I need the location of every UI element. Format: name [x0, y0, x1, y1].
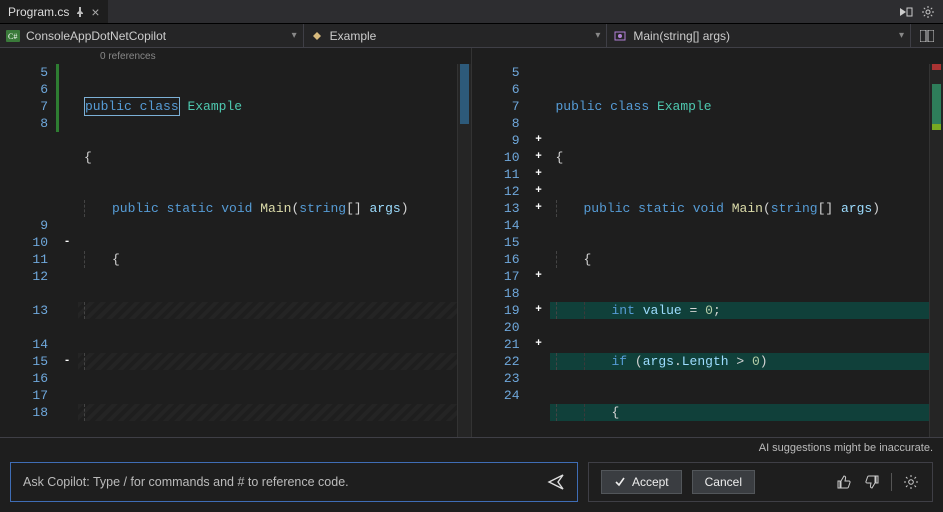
diff-removed-marker: -	[56, 234, 78, 251]
code-left[interactable]: public class Example { public static voi…	[78, 64, 457, 437]
accept-button[interactable]: Accept	[601, 470, 682, 494]
diff-margin-left: - -	[56, 64, 78, 437]
split-icon[interactable]	[917, 30, 937, 42]
class-icon	[310, 30, 324, 42]
divider	[891, 473, 892, 491]
thumbs-down-icon[interactable]	[863, 473, 881, 491]
pin-icon[interactable]	[75, 7, 85, 17]
file-tab[interactable]: Program.cs ×	[0, 0, 109, 23]
breadcrumb-method-label: Main(string[] args)	[633, 29, 730, 43]
close-icon[interactable]: ×	[91, 5, 99, 19]
gear-icon[interactable]	[921, 5, 935, 19]
tabbar-spacer	[109, 0, 891, 23]
codelens-references[interactable]: 0 references	[0, 48, 471, 64]
diff-margin-right: + + + + + + + +	[528, 64, 550, 437]
method-icon	[613, 30, 627, 42]
chevron-down-icon: ▾	[899, 30, 904, 41]
diff-editor: 0 references 5678 9101112 13 1415161718 …	[0, 48, 943, 437]
line-numbers-left: 5678 9101112 13 1415161718	[0, 64, 56, 437]
diff-left-pane[interactable]: 0 references 5678 9101112 13 1415161718 …	[0, 48, 472, 437]
copilot-placeholder: Ask Copilot: Type / for commands and # t…	[23, 475, 349, 489]
tab-title: Program.cs	[8, 5, 69, 19]
svg-text:C#: C#	[8, 32, 17, 41]
overview-ruler-left[interactable]	[457, 64, 471, 437]
tab-bar: Program.cs ×	[0, 0, 943, 24]
added-line: int value = 0;	[550, 302, 930, 319]
diff-removed-marker: -	[56, 353, 78, 370]
chevron-down-icon: ▾	[595, 30, 600, 41]
diff-right-pane[interactable]: 5678 910111213 14151617 181920 21222324 …	[472, 48, 943, 437]
breadcrumb-project-label: ConsoleAppDotNetCopilot	[26, 29, 166, 43]
breadcrumb-method[interactable]: Main(string[] args) ▾	[613, 24, 911, 47]
preview-icon[interactable]	[899, 5, 913, 19]
breadcrumb-class-label: Example	[330, 29, 377, 43]
send-icon[interactable]	[547, 473, 565, 491]
diff-added-marker: +	[528, 132, 550, 149]
copilot-input[interactable]: Ask Copilot: Type / for commands and # t…	[10, 462, 578, 502]
chevron-down-icon: ▾	[292, 30, 297, 41]
cancel-button[interactable]: Cancel	[692, 470, 755, 494]
copilot-panel: AI suggestions might be inaccurate. Ask …	[0, 437, 943, 512]
thumbs-up-icon[interactable]	[835, 473, 853, 491]
tabbar-corner	[891, 0, 943, 23]
line-numbers-right: 5678 910111213 14151617 181920 21222324	[472, 64, 528, 437]
copilot-actions: Accept Cancel	[588, 462, 933, 502]
ai-warning: AI suggestions might be inaccurate.	[0, 438, 943, 454]
breadcrumb-class[interactable]: Example ▾	[310, 24, 608, 47]
code-right[interactable]: public class Example { public static voi…	[550, 64, 930, 437]
overview-ruler-right[interactable]	[929, 64, 943, 437]
gear-icon[interactable]	[902, 473, 920, 491]
breadcrumb-bar: C# ConsoleAppDotNetCopilot ▾ Example ▾ M…	[0, 24, 943, 48]
csharp-file-icon: C#	[6, 30, 20, 42]
breadcrumb-project[interactable]: C# ConsoleAppDotNetCopilot ▾	[6, 24, 304, 47]
